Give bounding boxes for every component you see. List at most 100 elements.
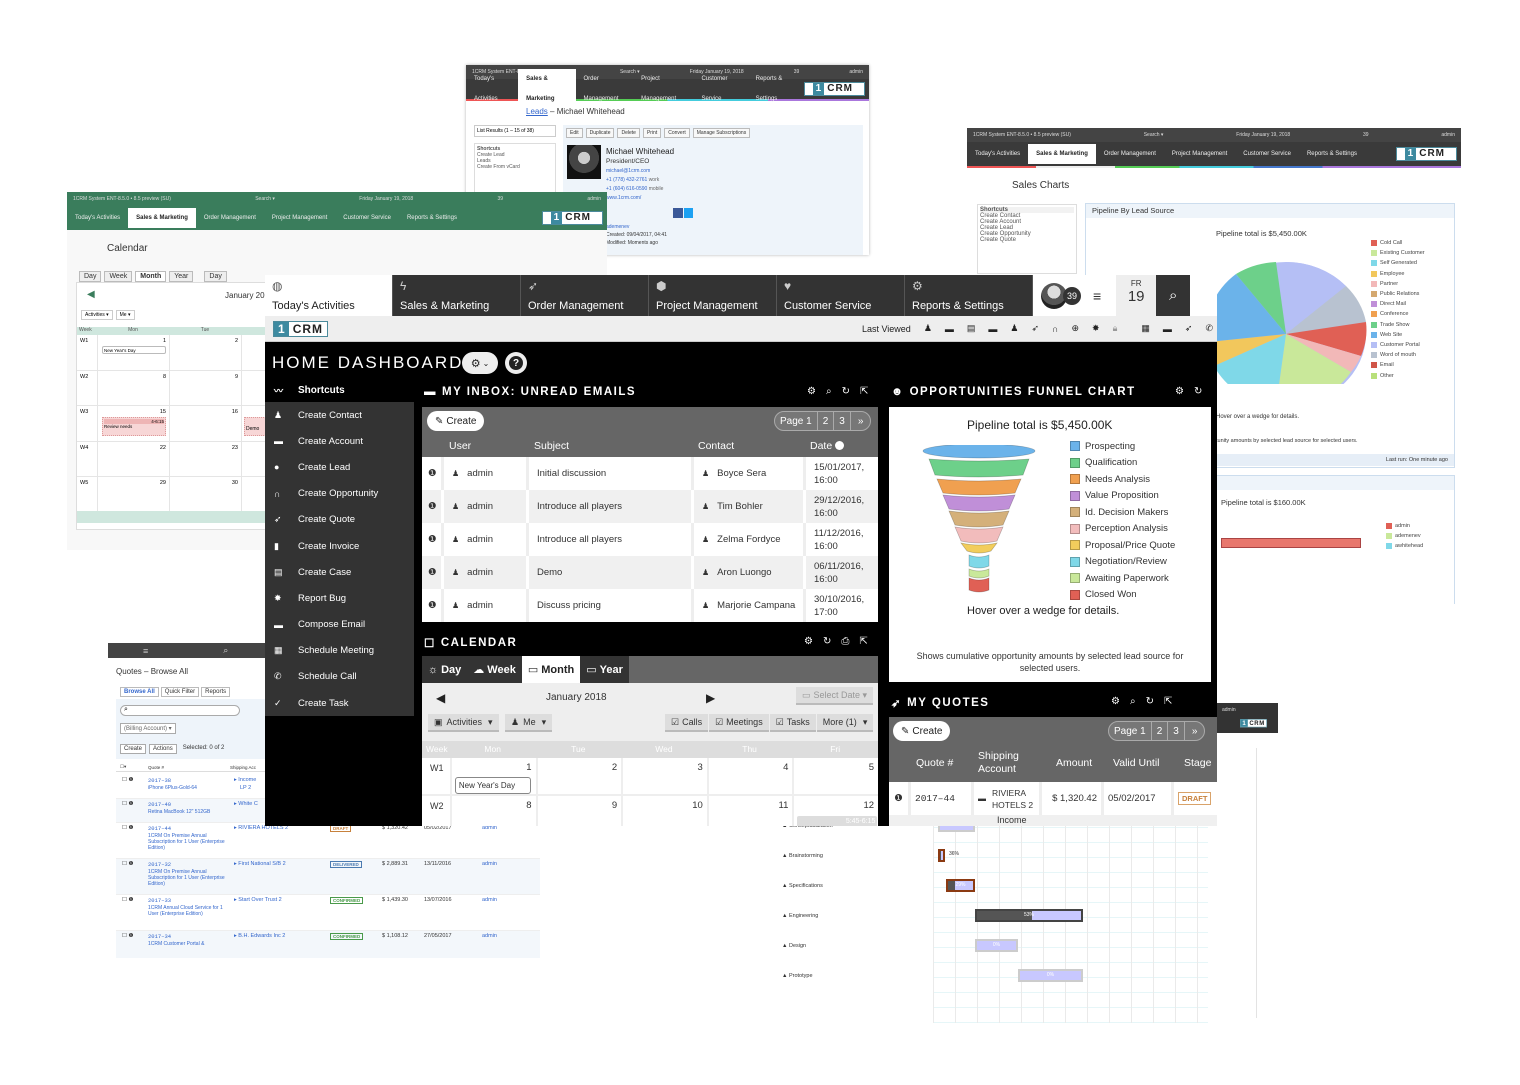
quote-description[interactable]: 1CRM On Premise Annual Subscription for … [148, 833, 228, 851]
calendar-day-cell[interactable]: 4 [706, 758, 793, 794]
quote-description[interactable]: 1CRM Customer Portal & [148, 941, 228, 947]
funnel-segment-id-decision-makers[interactable] [948, 510, 1010, 528]
user-menu[interactable]: admin [1222, 707, 1236, 713]
row-checkbox[interactable]: ☐ ❶ [122, 777, 133, 783]
sign-in-icon[interactable]: ⊕ [1072, 323, 1080, 334]
search-icon[interactable]: ⌕ [1156, 275, 1191, 316]
notification-badge[interactable]: 39 [1063, 286, 1081, 305]
assigned-user[interactable]: admin [482, 861, 497, 867]
search-input[interactable]: ⌕ [120, 705, 240, 716]
quote-description[interactable]: 1CRM Annual Cloud Service for 1 User (En… [148, 905, 228, 917]
shortcut-vcard[interactable]: Create From vCard [477, 164, 553, 170]
more-toggles[interactable]: More (1) ▾ [816, 714, 874, 732]
mail-count[interactable]: 39 [498, 196, 504, 202]
info-icon[interactable]: ❶ [422, 457, 444, 490]
nav-order-management[interactable]: ➶ Order Management [521, 275, 649, 316]
nav-customer-service[interactable]: Customer Service [1235, 144, 1299, 164]
assigned-user[interactable]: admin [482, 897, 497, 903]
shipping-account[interactable]: ▸ White C [234, 801, 258, 807]
gear-icon[interactable]: ⚙ [1175, 386, 1184, 397]
nav-sales-marketing[interactable]: ϟ Sales & Marketing [393, 275, 521, 316]
funnel-segment-proposal-price-quote[interactable] [960, 542, 998, 554]
email-contact[interactable]: Tim Bohler [717, 501, 763, 512]
calendar-day-cell[interactable]: 11 [706, 796, 793, 826]
shortcut-create-contact[interactable]: ♟ Create Contact [265, 402, 414, 428]
nav-customer-service[interactable]: Customer Service [693, 69, 747, 109]
info-icon[interactable]: ❶ [422, 589, 444, 622]
gantt-task-label[interactable]: ▲ Engineering [782, 913, 818, 919]
table-row[interactable]: ❶ ♟ admin Demo ♟ Aron Luongo 06/11/2016, 16:00 [422, 556, 878, 589]
user-menu[interactable]: admin [587, 196, 601, 202]
calendar-day-cell[interactable]: 1 New Year's Day [97, 335, 169, 370]
email-user[interactable]: admin [467, 501, 493, 512]
shortcut-create-lead[interactable]: ● Create Lead [265, 454, 414, 480]
funnel-segment-needs-analysis[interactable] [936, 478, 1022, 496]
nav-order-management[interactable]: Order Management [1096, 144, 1164, 164]
toggle-calls[interactable]: ☑ Calls [665, 714, 709, 732]
tab-day[interactable]: ☼ Day [422, 656, 468, 683]
nav-project-management[interactable]: Project Management [1164, 144, 1235, 164]
print-icon[interactable]: ⎙ [841, 636, 849, 647]
email-user[interactable]: admin [467, 534, 493, 545]
funnel-segment-negotiation-review[interactable] [968, 554, 990, 569]
actions-button[interactable]: Actions [149, 744, 177, 754]
row-checkbox[interactable]: ☐ ❶ [122, 933, 133, 939]
funnel-segment-closed-won[interactable] [968, 577, 990, 593]
select-all-checkbox[interactable]: ☐▾ [116, 764, 148, 770]
mail-count[interactable]: 39 [1363, 132, 1369, 138]
nav-todays-activities[interactable]: Today's Activities [967, 144, 1028, 164]
page-3-button[interactable]: 3 [1168, 722, 1185, 740]
list-results-select[interactable]: List Results (1 – 15 of 38) [474, 125, 556, 137]
gantt-task-label[interactable]: ▲ Brainstorming [782, 853, 823, 859]
email-user[interactable]: admin [467, 600, 493, 611]
funnel-segment-qualification[interactable] [928, 458, 1030, 478]
calendar-day-cell[interactable]: 2 [169, 335, 241, 370]
row-checkbox[interactable]: ☐ ❶ [122, 801, 133, 807]
gantt-bar[interactable] [938, 849, 945, 862]
shipping-account[interactable]: ▸ Start Over Trust 2 [234, 897, 282, 903]
inbox-create-button[interactable]: ✎ Create [427, 411, 485, 431]
search-icon[interactable]: ⌕ [826, 386, 832, 397]
shortcut-report-bug[interactable]: ✸ Report Bug [265, 585, 414, 611]
refresh-icon[interactable]: ↻ [842, 386, 850, 397]
account-icon[interactable]: ▬ [945, 324, 954, 334]
lead-website[interactable]: www.1crm.com/ [606, 195, 641, 201]
shipping-account[interactable]: Income [889, 815, 1217, 826]
email-contact[interactable]: Zelma Fordyce [717, 534, 780, 545]
edit-button[interactable]: Edit [566, 128, 583, 138]
lock-icon[interactable]: 🔒︎ [1113, 323, 1118, 334]
nav-reports-settings[interactable]: Reports & Settings [748, 69, 804, 109]
calendar-day-cell[interactable]: 29 [97, 477, 169, 512]
shortcut-create-invoice[interactable]: ▮ Create Invoice [265, 533, 414, 559]
info-icon[interactable]: ❶ [422, 490, 444, 523]
table-row[interactable]: ❶ 2017–44 ▬ RIVIERA HOTELS 2 $ 1,320.42 … [889, 782, 1217, 815]
table-row[interactable]: ❶ ♟ admin Initial discussion ♟ Boyce Sera 15/0… [422, 457, 878, 490]
calendar-day-cell[interactable]: 9 [535, 796, 622, 826]
quote-number[interactable]: 2017–40 [148, 801, 171, 808]
col-stage[interactable]: Stage [1184, 757, 1211, 769]
nav-reports-settings[interactable]: Reports & Settings [399, 208, 465, 228]
manage-subscriptions-button[interactable]: Manage Subscriptions [692, 128, 751, 138]
date-widget[interactable]: FR 19 [1116, 275, 1157, 316]
duplicate-button[interactable]: Duplicate [585, 128, 615, 138]
row-checkbox[interactable]: ☐ ❶ [122, 861, 133, 867]
bar-admin[interactable] [1221, 538, 1361, 548]
user-menu[interactable]: admin [1441, 132, 1455, 138]
search-icon[interactable]: ⌕ [1130, 696, 1136, 707]
meeting-icon[interactable]: ▦ [1141, 323, 1150, 334]
lead-phone-work[interactable]: +1 (778) 432-2761 [606, 177, 647, 183]
account-icon[interactable]: ▬ [1163, 324, 1172, 334]
calendar-day-cell[interactable]: 12 5:45-6:15 [792, 796, 878, 826]
next-pages-button[interactable]: » [851, 412, 871, 430]
calendar-event[interactable]: New Year's Day [102, 346, 166, 354]
menu-icon[interactable]: ≡ [1093, 288, 1101, 304]
nav-reports-settings[interactable]: Reports & Settings [1299, 144, 1365, 164]
funnel-segment-value-proposition[interactable] [942, 494, 1016, 512]
tab-year[interactable]: Year [169, 271, 194, 282]
row-checkbox[interactable]: ☐ ❶ [122, 897, 133, 903]
help-button[interactable]: ? [505, 352, 527, 374]
email-subject[interactable]: Demo [529, 556, 694, 589]
shipping-account[interactable]: ▸ First National S/B 2 [234, 861, 286, 867]
calendar-day-cell[interactable]: 15 4-6:15 Review needs [97, 406, 169, 441]
quote-number[interactable]: 2017–32 [148, 861, 171, 868]
